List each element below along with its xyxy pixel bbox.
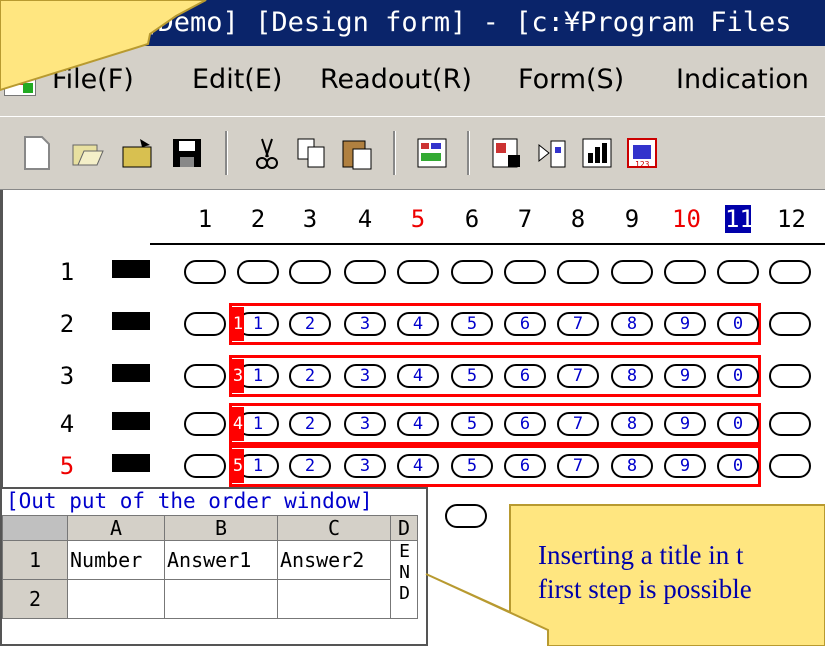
top-callout-bubble [0, 0, 207, 92]
